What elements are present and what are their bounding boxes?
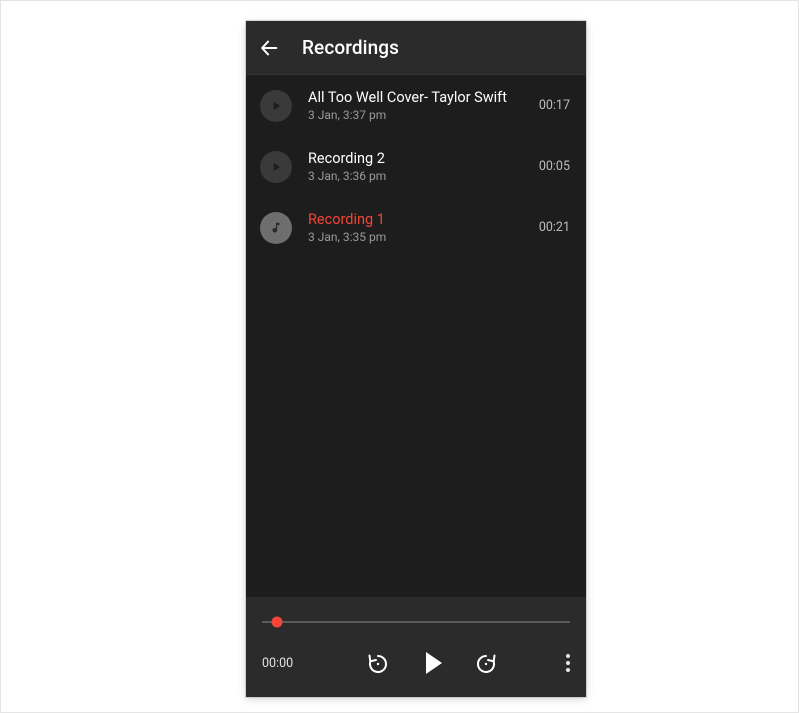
app-bar: Recordings <box>246 21 586 75</box>
recording-info: All Too Well Cover- Taylor Swift 3 Jan, … <box>308 89 515 122</box>
player-controls: 00:00 <box>262 639 570 687</box>
recording-title: All Too Well Cover- Taylor Swift <box>308 89 515 106</box>
elapsed-time: 00:00 <box>262 656 318 671</box>
recordings-list: All Too Well Cover- Taylor Swift 3 Jan, … <box>246 75 586 597</box>
seek-slider[interactable] <box>262 615 570 629</box>
recording-title: Recording 2 <box>308 150 515 167</box>
rewind-5-icon[interactable] <box>364 649 392 677</box>
forward-5-icon[interactable] <box>472 649 500 677</box>
recording-title: Recording 1 <box>308 211 515 228</box>
recording-meta: 3 Jan, 3:36 pm <box>308 169 515 183</box>
recording-meta: 3 Jan, 3:35 pm <box>308 230 515 244</box>
recording-duration: 00:21 <box>531 220 570 235</box>
back-arrow-icon[interactable] <box>258 37 280 59</box>
player-bar: 00:00 <box>246 597 586 697</box>
music-note-icon[interactable] <box>260 212 292 244</box>
play-button[interactable] <box>418 649 446 677</box>
play-circle-icon[interactable] <box>260 151 292 183</box>
app-window: Recordings All Too Well Cover- Taylor Sw… <box>246 21 586 697</box>
more-options-button[interactable] <box>546 654 570 672</box>
play-icon <box>426 652 442 674</box>
recording-info: Recording 2 3 Jan, 3:36 pm <box>308 150 515 183</box>
recording-duration: 00:17 <box>531 98 570 113</box>
recording-info: Recording 1 3 Jan, 3:35 pm <box>308 211 515 244</box>
seek-knob[interactable] <box>272 617 283 628</box>
recording-duration: 00:05 <box>531 159 570 174</box>
play-circle-icon[interactable] <box>260 90 292 122</box>
recording-meta: 3 Jan, 3:37 pm <box>308 108 515 122</box>
page-title: Recordings <box>302 36 399 59</box>
kebab-icon <box>566 654 570 672</box>
recording-row[interactable]: Recording 2 3 Jan, 3:36 pm 00:05 <box>246 136 586 197</box>
recording-row[interactable]: All Too Well Cover- Taylor Swift 3 Jan, … <box>246 75 586 136</box>
seek-rail <box>262 621 570 623</box>
recording-row[interactable]: Recording 1 3 Jan, 3:35 pm 00:21 <box>246 197 586 258</box>
